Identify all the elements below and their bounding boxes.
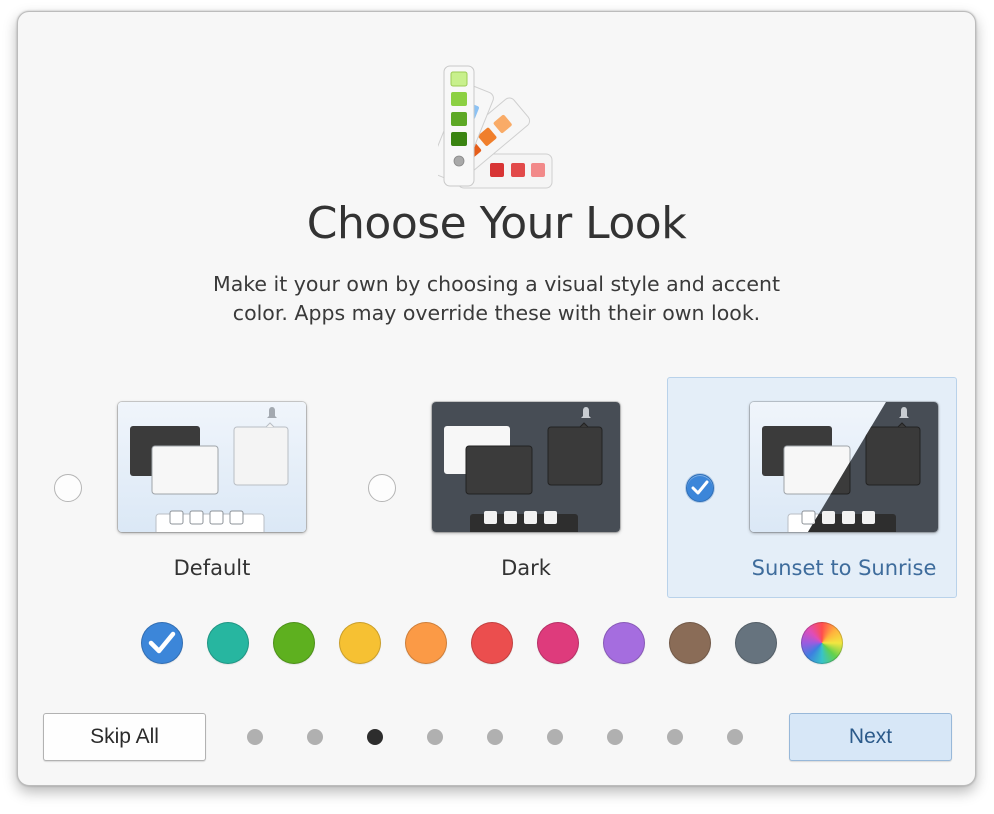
style-option-default[interactable]: Default <box>35 377 325 598</box>
description-line-2: color. Apps may override these with thei… <box>232 301 761 325</box>
accent-swatch-blue[interactable] <box>141 622 183 664</box>
checkmark-icon <box>691 480 709 495</box>
accent-swatch-slate[interactable] <box>735 622 777 664</box>
accent-swatch-orange[interactable] <box>405 622 447 664</box>
page-dot[interactable] <box>667 729 683 745</box>
style-label-dark: Dark <box>501 556 551 580</box>
style-option-dark[interactable]: Dark <box>349 377 639 598</box>
radio-default[interactable] <box>54 474 82 502</box>
accent-swatch-green[interactable] <box>273 622 315 664</box>
style-option-sunset-to-sunrise[interactable]: Sunset to Sunrise <box>667 377 957 598</box>
page-dot[interactable] <box>427 729 443 745</box>
page-title: Choose Your Look <box>306 198 687 249</box>
page-description: Make it your own by choosing a visual st… <box>18 270 975 328</box>
default-style-preview <box>118 402 306 532</box>
page-dot[interactable] <box>307 729 323 745</box>
radio-sunset-to-sunrise[interactable] <box>686 474 714 502</box>
description-line-1: Make it your own by choosing a visual st… <box>213 272 780 296</box>
accent-swatch-pink[interactable] <box>537 622 579 664</box>
accent-swatch-red[interactable] <box>471 622 513 664</box>
accent-swatch-multicolor[interactable] <box>801 622 843 664</box>
dark-style-preview <box>432 402 620 532</box>
page-dot[interactable] <box>247 729 263 745</box>
accent-swatch-yellow[interactable] <box>339 622 381 664</box>
accent-swatch-purple[interactable] <box>603 622 645 664</box>
page-dot[interactable] <box>547 729 563 745</box>
page-dot[interactable] <box>727 729 743 745</box>
next-button[interactable]: Next <box>789 713 952 761</box>
style-label-default: Default <box>173 556 251 580</box>
skip-all-button[interactable]: Skip All <box>43 713 206 761</box>
checkmark-icon <box>148 631 176 654</box>
page-dot[interactable] <box>607 729 623 745</box>
sunset-style-preview <box>750 402 938 532</box>
color-palette-swatches-icon <box>438 65 553 189</box>
accent-swatch-brown[interactable] <box>669 622 711 664</box>
onboarding-window: Choose Your Look Make it your own by cho… <box>17 11 976 786</box>
style-label-sunset-to-sunrise: Sunset to Sunrise <box>751 556 937 580</box>
radio-dark[interactable] <box>368 474 396 502</box>
page-dot-current[interactable] <box>367 729 383 745</box>
page-dot[interactable] <box>487 729 503 745</box>
accent-swatch-teal[interactable] <box>207 622 249 664</box>
